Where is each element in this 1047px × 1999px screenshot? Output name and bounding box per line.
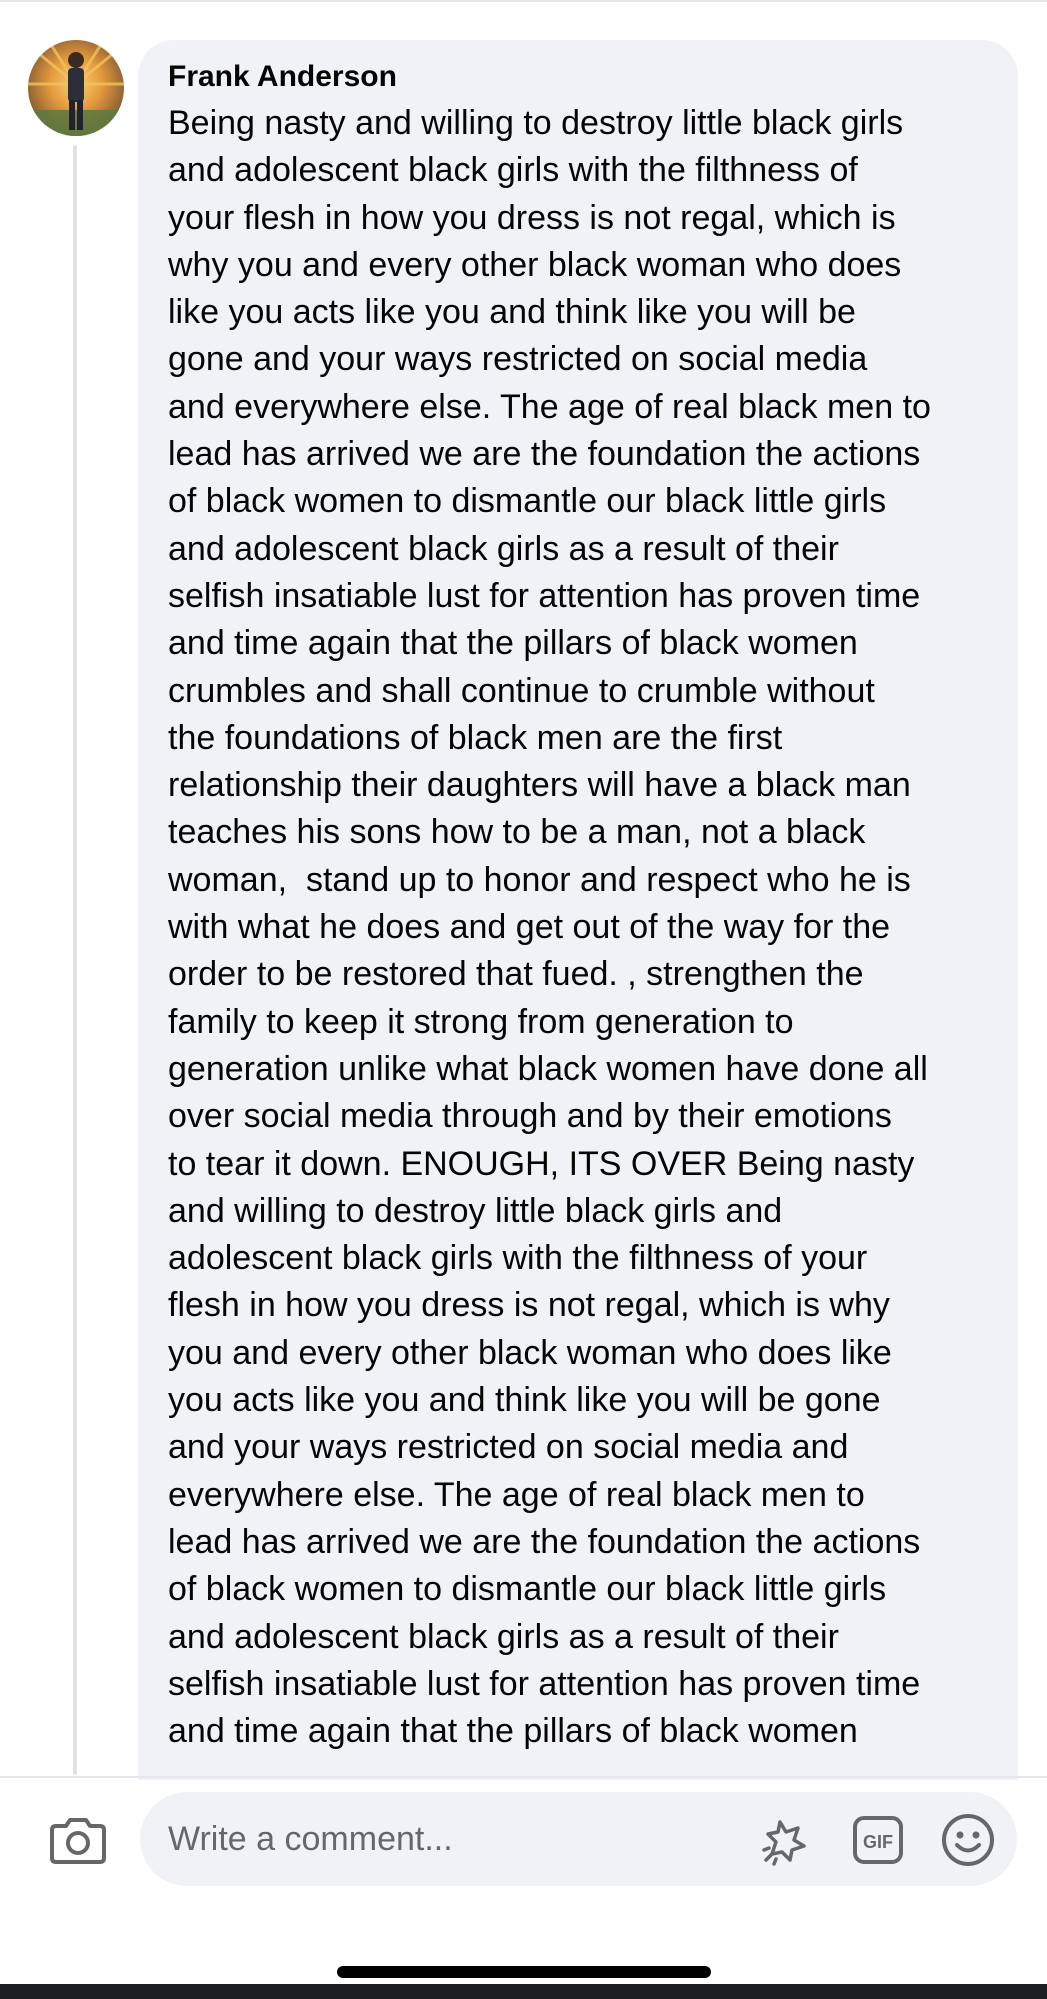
- comment-line: selfish insatiable lust for attention ha…: [168, 1664, 921, 1703]
- comment-body: Being nasty and willing to destroy littl…: [168, 100, 998, 1755]
- top-divider: [0, 0, 1047, 2]
- comment-line: why you and every other black woman who …: [168, 245, 902, 284]
- comment-line: gone and your ways restricted on social …: [168, 340, 868, 379]
- comment-line: you acts like you and think like you wil…: [168, 1381, 881, 1420]
- comment-line: lead has arrived we are the foundation t…: [168, 435, 921, 474]
- comment-line: to tear it down. ENOUGH, ITS OVER Being …: [168, 1144, 915, 1183]
- comment-line: the foundations of black men are the fir…: [168, 718, 783, 757]
- avatar-sticker-icon: [762, 1820, 806, 1866]
- comment-line: and adolescent black girls with the filt…: [168, 151, 858, 190]
- comment-line: adolescent black girls with the filthnes…: [168, 1239, 868, 1278]
- comment-line: teaches his sons how to be a man, not a …: [168, 813, 866, 852]
- comment-line: crumbles and shall continue to crumble w…: [168, 671, 875, 710]
- comment-bubble: Frank Anderson Being nasty and willing t…: [138, 40, 1018, 1780]
- comment-line: over social media through and by their e…: [168, 1097, 892, 1136]
- emoji-button[interactable]: [940, 1812, 996, 1868]
- comment-line: and willing to destroy little black girl…: [168, 1191, 783, 1230]
- comment-line: woman, stand up to honor and respect who…: [168, 860, 911, 899]
- comment-line: flesh in how you dress is not regal, whi…: [168, 1286, 890, 1325]
- comment-line: lead has arrived we are the foundation t…: [168, 1522, 921, 1561]
- comment-line: and your ways restricted on social media…: [168, 1428, 849, 1467]
- comment-line: you and every other black woman who does…: [168, 1333, 892, 1372]
- comment-line: relationship their daughters will have a…: [168, 766, 911, 805]
- comment-line: like you acts like you and think like yo…: [168, 293, 856, 332]
- comment-line: your flesh in how you dress is not regal…: [168, 198, 896, 237]
- gif-button[interactable]: GIF: [850, 1812, 906, 1868]
- comment-line: and everywhere else. The age of real bla…: [168, 387, 931, 426]
- previous-section-edge: [0, 0, 1047, 10]
- gif-icon: GIF: [853, 1816, 903, 1864]
- emoji-icon: [942, 1814, 994, 1866]
- comment-line: of black women to dismantle our black li…: [168, 1570, 887, 1609]
- avatar-image: [28, 40, 124, 136]
- comment-line: Being nasty and willing to destroy littl…: [168, 104, 904, 142]
- camera-button[interactable]: [48, 1812, 108, 1868]
- comment-line: and time again that the pillars of black…: [168, 624, 858, 663]
- avatar-sticker-button[interactable]: [760, 1812, 816, 1868]
- gif-label: GIF: [863, 1832, 893, 1852]
- comment-line: everywhere else. The age of real black m…: [168, 1475, 865, 1514]
- bottom-edge: [0, 1984, 1047, 1999]
- comment-line: generation unlike what black women have …: [168, 1049, 928, 1088]
- home-indicator: [337, 1966, 711, 1978]
- comment-composer: GIF: [140, 1792, 1017, 1886]
- comment-line: selfish insatiable lust for attention ha…: [168, 576, 921, 615]
- comment-input[interactable]: [168, 1814, 728, 1864]
- comment-line: with what he does and get out of the way…: [168, 908, 891, 947]
- reply-thread-line: [73, 145, 77, 1775]
- comment-line: and adolescent black girls as a result o…: [168, 529, 839, 568]
- comment-line: order to be restored that fued. , streng…: [168, 955, 864, 994]
- commenter-avatar[interactable]: [28, 40, 124, 136]
- composer-divider: [0, 1776, 1047, 1778]
- comment-line: and adolescent black girls as a result o…: [168, 1617, 839, 1656]
- comment-line: of black women to dismantle our black li…: [168, 482, 887, 521]
- camera-icon: [50, 1818, 106, 1864]
- comment-line: and time again that the pillars of black…: [168, 1712, 858, 1751]
- comment-line: family to keep it strong from generation…: [168, 1002, 794, 1041]
- comment-author-name[interactable]: Frank Anderson: [168, 60, 397, 94]
